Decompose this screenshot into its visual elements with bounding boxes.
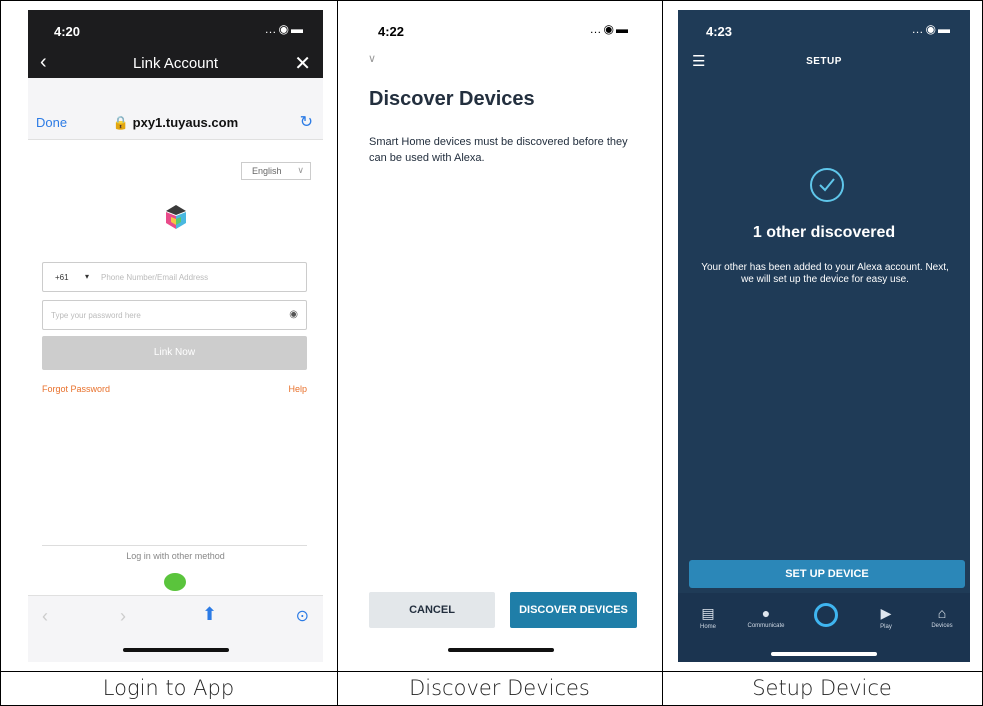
share-icon[interactable]: ⬆ bbox=[202, 604, 217, 625]
page-title: SETUP bbox=[806, 56, 842, 67]
alexa-icon[interactable] bbox=[814, 603, 838, 627]
country-code[interactable]: +61 bbox=[55, 273, 69, 282]
caption-discover: Discover Devices bbox=[409, 676, 590, 700]
divider bbox=[0, 671, 983, 672]
tab-devices[interactable]: ⌂ Devices bbox=[914, 605, 970, 629]
home-indicator bbox=[447, 648, 554, 652]
caption-login: Login to App bbox=[102, 676, 235, 700]
divider bbox=[337, 0, 338, 706]
chat-bubble-icon[interactable] bbox=[164, 573, 186, 591]
tab-label: Home bbox=[699, 624, 716, 630]
status-time: 4:23 bbox=[706, 24, 733, 39]
password-placeholder: Type your password here bbox=[51, 311, 141, 320]
divider bbox=[0, 0, 983, 1]
chat-icon: ● bbox=[761, 605, 771, 621]
phone-setup-screen: 4:23 …◉▬ ☰ SETUP 1 other discovered Your… bbox=[678, 10, 970, 662]
devices-icon: ⌂ bbox=[937, 605, 947, 621]
url-bar: Done 🔒 pxy1.tuyaus.com ↻ bbox=[28, 78, 323, 140]
help-link[interactable]: Help bbox=[288, 384, 307, 394]
home-icon: ▤ bbox=[701, 605, 715, 621]
tab-play[interactable]: ▶ Play bbox=[858, 605, 914, 630]
phone-placeholder: Phone Number/Email Address bbox=[101, 273, 209, 282]
discover-devices-button[interactable]: DISCOVER DEVICES bbox=[510, 592, 637, 628]
set-up-device-button[interactable]: SET UP DEVICE bbox=[689, 560, 965, 588]
url-text[interactable]: 🔒 pxy1.tuyaus.com bbox=[28, 115, 323, 131]
check-circle-icon bbox=[810, 168, 844, 202]
tab-label: Play bbox=[880, 624, 892, 630]
phone-login-screen: 4:20 …◉▬ ‹ Link Account ✕ Done 🔒 pxy1.tu… bbox=[28, 10, 323, 662]
tab-label: Communicate bbox=[747, 623, 785, 629]
close-icon[interactable]: ✕ bbox=[294, 51, 311, 76]
status-time: 4:22 bbox=[378, 24, 405, 39]
divider bbox=[42, 545, 307, 546]
eye-icon[interactable]: ◉ bbox=[289, 309, 298, 320]
language-select[interactable]: English ∨ bbox=[241, 162, 311, 180]
status-icons: …◉▬ bbox=[589, 22, 630, 36]
description-text: Your other has been added to your Alexa … bbox=[701, 262, 949, 285]
description-text: Smart Home devices must be discovered be… bbox=[369, 136, 628, 164]
chevron-down-icon[interactable]: ∨ bbox=[368, 52, 376, 65]
play-icon: ▶ bbox=[880, 605, 892, 621]
phone-email-field[interactable]: +61 ▾ Phone Number/Email Address bbox=[42, 262, 307, 292]
reload-icon[interactable]: ↻ bbox=[300, 112, 313, 132]
tab-communicate[interactable]: ● Communicate bbox=[738, 605, 794, 629]
status-icons: …◉▬ bbox=[911, 22, 952, 36]
status-icons: …◉▬ bbox=[264, 22, 305, 36]
discovered-heading: 1 other discovered bbox=[752, 224, 896, 241]
language-label: English bbox=[252, 166, 282, 176]
tab-label: Devices bbox=[931, 623, 953, 629]
tab-home[interactable]: ▤ Home bbox=[680, 605, 736, 630]
back-icon[interactable]: ‹ bbox=[42, 606, 48, 627]
dropdown-icon: ▾ bbox=[85, 272, 90, 281]
divider bbox=[0, 0, 1, 706]
header: 4:20 …◉▬ ‹ Link Account ✕ bbox=[28, 10, 323, 78]
phone-discover-screen: 4:22 …◉▬ ∨ Discover Devices Smart Home d… bbox=[353, 10, 648, 662]
status-time: 4:20 bbox=[54, 24, 81, 39]
home-indicator bbox=[771, 652, 877, 656]
page-title: Link Account bbox=[132, 55, 219, 72]
chevron-down-icon: ∨ bbox=[297, 165, 304, 175]
compass-icon[interactable]: ⊙ bbox=[296, 606, 309, 626]
password-field[interactable]: Type your password here ◉ bbox=[42, 300, 307, 330]
page-title: Discover Devices bbox=[369, 88, 535, 110]
forward-icon[interactable]: › bbox=[120, 606, 126, 627]
caption-setup: Setup Device bbox=[752, 676, 892, 700]
forgot-password-link[interactable]: Forgot Password bbox=[42, 384, 110, 394]
app-logo-icon bbox=[166, 205, 186, 229]
other-method-label: Log in with other method bbox=[126, 551, 225, 561]
cancel-button[interactable]: CANCEL bbox=[369, 592, 495, 628]
link-now-button[interactable]: Link Now bbox=[42, 336, 307, 370]
divider bbox=[662, 0, 663, 706]
home-indicator bbox=[122, 648, 229, 652]
